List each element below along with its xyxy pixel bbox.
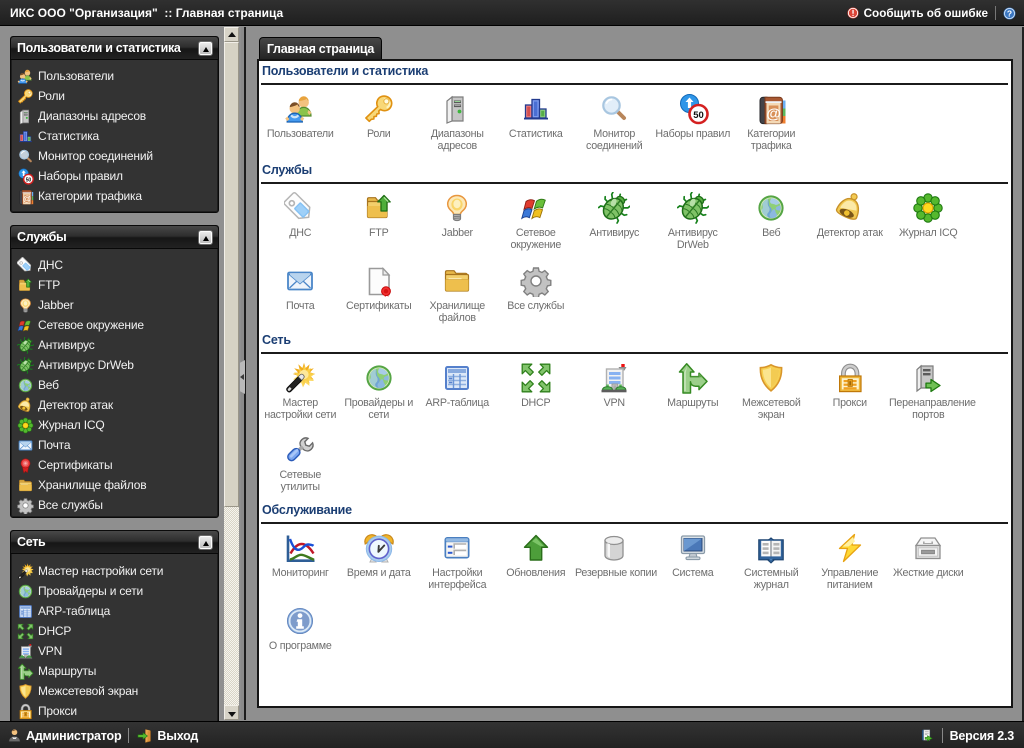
svg-text:?: ? (1007, 8, 1012, 18)
